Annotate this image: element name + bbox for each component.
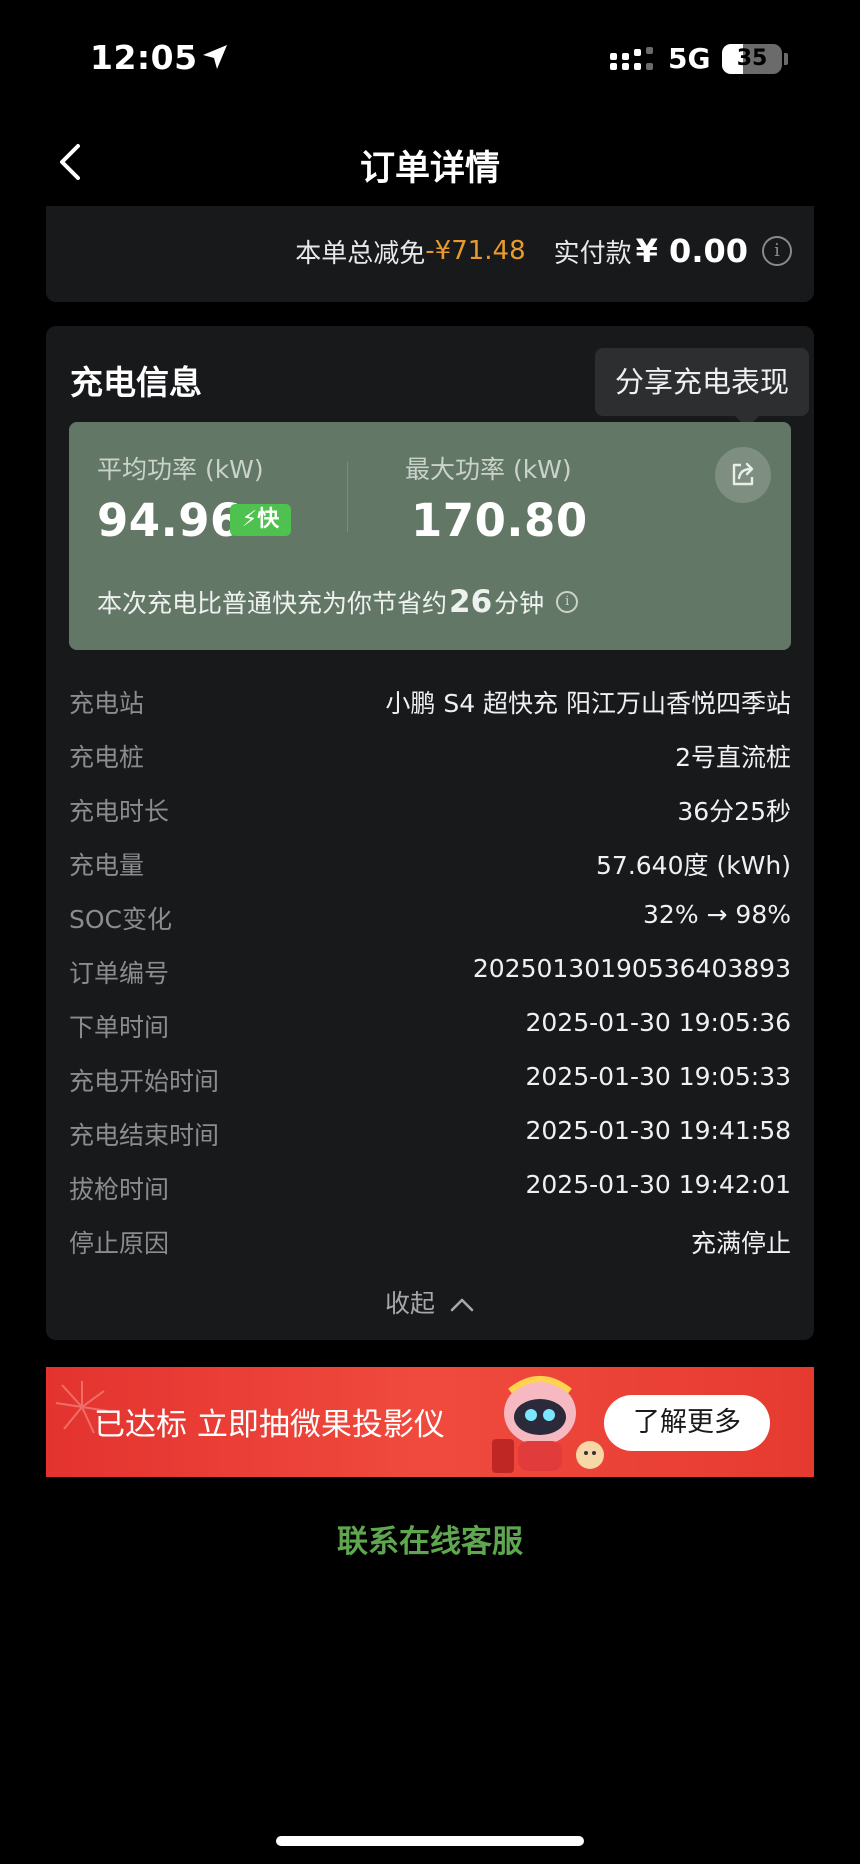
detail-label: 充电量 <box>69 851 145 880</box>
detail-value: 36分25秒 <box>677 797 791 826</box>
learn-more-button[interactable]: 了解更多 <box>604 1395 770 1451</box>
detail-value: 32% → 98% <box>643 900 791 929</box>
saving-minutes: 26 <box>449 584 493 620</box>
detail-row: 充电站 小鹏 S4 超快充 阳江万山香悦四季站 <box>69 676 791 730</box>
status-time: 12:05 <box>90 38 198 77</box>
share-button[interactable] <box>715 447 771 503</box>
charge-detail-list: 充电站 小鹏 S4 超快充 阳江万山香悦四季站充电桩 2号直流桩充电时长 36分25秒… <box>69 676 791 1270</box>
avg-power-label: 平均功率 (kW) <box>97 455 264 484</box>
power-divider <box>347 462 348 532</box>
detail-value: 2025-01-30 19:41:58 <box>525 1116 791 1145</box>
charge-info-card: 充电信息 分享充电表现 平均功率 (kW) 94.96 ⚡快 最大功率 (kW)… <box>46 326 814 1340</box>
charge-info-title: 充电信息 <box>70 363 202 402</box>
share-tooltip-text: 分享充电表现 <box>614 365 789 399</box>
power-summary-panel: 平均功率 (kW) 94.96 ⚡快 最大功率 (kW) 170.80 本次充电… <box>69 422 791 650</box>
detail-row: 停止原因 充满停止 <box>69 1216 791 1270</box>
detail-value: 57.640度 (kWh) <box>596 851 791 880</box>
detail-label: 停止原因 <box>69 1229 170 1258</box>
detail-label: SOC变化 <box>69 905 173 934</box>
contact-support-link[interactable]: 联系在线客服 <box>0 1516 860 1561</box>
info-icon[interactable]: i <box>762 236 792 266</box>
battery-tip <box>784 53 788 65</box>
detail-row: 下单时间 2025-01-30 19:05:36 <box>69 1000 791 1054</box>
page-title: 订单详情 <box>359 149 500 189</box>
location-arrow-icon <box>203 45 227 69</box>
detail-row: 充电开始时间 2025-01-30 19:05:33 <box>69 1054 791 1108</box>
detail-row: SOC变化 32% → 98% <box>69 892 791 946</box>
detail-label: 充电桩 <box>69 743 145 772</box>
saving-info-icon[interactable]: i <box>556 591 579 613</box>
detail-label: 充电时长 <box>69 797 170 826</box>
network-type: 5G <box>668 42 711 75</box>
detail-value: 2号直流桩 <box>675 743 791 772</box>
paid-value: ¥ 0.00 <box>635 232 748 270</box>
payment-summary-row: 本单总减免 -¥71.48 实付款 ¥ 0.00 i <box>295 232 792 270</box>
share-tooltip[interactable]: 分享充电表现 <box>595 348 809 428</box>
detail-row: 充电量 57.640度 (kWh) <box>69 838 791 892</box>
detail-row: 充电时长 36分25秒 <box>69 784 791 838</box>
lion-dance-mascot-image <box>492 1376 604 1473</box>
detail-value: 2025-01-30 19:05:33 <box>525 1062 791 1091</box>
saving-suffix: 分钟 <box>494 589 545 618</box>
promo-banner[interactable]: 已达标 立即抽微果投影仪 了解更多 <box>46 1367 814 1477</box>
detail-value: 2025-01-30 19:05:36 <box>525 1008 791 1037</box>
home-indicator[interactable] <box>276 1836 584 1846</box>
battery-level: 35 <box>736 46 768 71</box>
banner-text: 已达标 立即抽微果投影仪 <box>94 1407 445 1443</box>
fast-charge-badge: ⚡快 <box>230 504 291 536</box>
collapse-label: 收起 <box>385 1289 436 1318</box>
order-detail-page: 12:05 5G 35 订单详情 本单总减免 -¥71.48 实付款 ¥ 0.0… <box>0 0 860 1864</box>
collapse-button[interactable]: 收起 <box>46 1284 814 1320</box>
detail-row: 拔枪时间 2025-01-30 19:42:01 <box>69 1162 791 1216</box>
detail-label: 拔枪时间 <box>69 1175 170 1204</box>
share-icon <box>732 462 754 486</box>
max-power-value: 170.80 <box>411 494 588 547</box>
payment-summary-card: 本单总减免 -¥71.48 实付款 ¥ 0.00 i <box>46 206 814 302</box>
detail-row: 充电结束时间 2025-01-30 19:41:58 <box>69 1108 791 1162</box>
detail-row: 充电桩 2号直流桩 <box>69 730 791 784</box>
detail-label: 充电开始时间 <box>69 1067 220 1096</box>
battery-icon: 35 <box>722 44 782 74</box>
detail-value: 小鹏 S4 超快充 阳江万山香悦四季站 <box>385 689 791 718</box>
detail-value: 充满停止 <box>690 1229 791 1258</box>
paid-label: 实付款 <box>553 238 632 269</box>
time-saving-text: 本次充电比普通快充为你节省约 26 分钟 i <box>97 584 579 620</box>
detail-label: 下单时间 <box>69 1013 170 1042</box>
detail-value: 20250130190536403893 <box>472 954 791 983</box>
nav-bar: 订单详情 <box>0 120 860 206</box>
discount-value: -¥71.48 <box>425 236 526 266</box>
detail-label: 充电结束时间 <box>69 1121 220 1150</box>
detail-label: 订单编号 <box>69 959 170 988</box>
saving-prefix: 本次充电比普通快充为你节省约 <box>97 589 448 618</box>
chevron-up-icon <box>450 1298 474 1312</box>
detail-value: 2025-01-30 19:42:01 <box>525 1170 791 1199</box>
cellular-signal-icon <box>610 47 653 70</box>
detail-label: 充电站 <box>69 689 145 718</box>
max-power-label: 最大功率 (kW) <box>405 455 572 484</box>
detail-row: 订单编号 20250130190536403893 <box>69 946 791 1000</box>
discount-label: 本单总减免 <box>295 238 426 269</box>
avg-power-value: 94.96 <box>97 494 242 547</box>
status-bar: 12:05 5G 35 <box>0 0 860 110</box>
